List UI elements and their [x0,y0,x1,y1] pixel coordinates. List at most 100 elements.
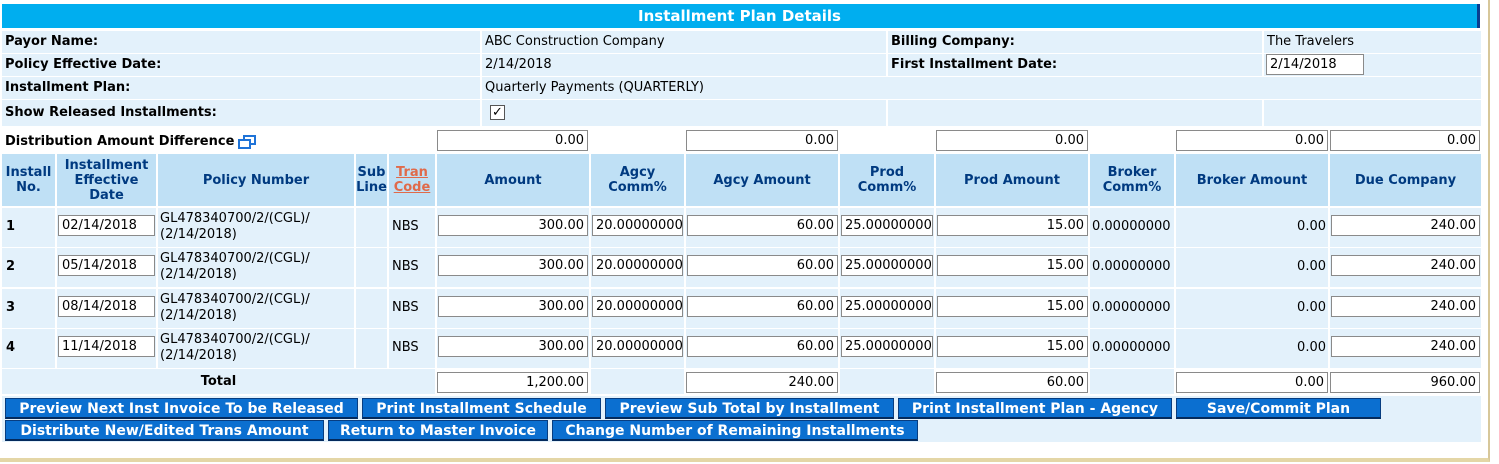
prod-amount-input[interactable]: 15.00 [937,255,1088,276]
prod-comm-input[interactable]: 25.00000000 [841,215,933,236]
amount-input[interactable]: 300.00 [438,336,588,357]
col-header-install-no: Install No. [2,154,55,206]
total-broker-amount-input[interactable]: 0.00 [1176,372,1328,393]
agcy-amount-input[interactable]: 60.00 [687,296,838,317]
prod-comm-input[interactable]: 25.00000000 [841,296,933,317]
installment-date-input[interactable]: 11/14/2018 [58,336,155,357]
col-header-agcy-comm: Agcy Comm% [591,154,684,206]
distribution-due-company-input[interactable]: 0.00 [1330,130,1480,151]
col-header-amount: Amount [437,154,589,206]
policy-number-line1: GL478340700/2/(CGL)/ [160,292,310,307]
agcy-comm-input[interactable]: 20.00000000 [592,215,683,236]
due-company-input[interactable]: 240.00 [1331,336,1480,357]
broker-amount-text: 0.00 [1297,259,1326,274]
tran-code: NBS [392,219,419,234]
total-agcy-amount-input[interactable]: 240.00 [686,372,838,393]
col-header-prod-comm: Prod Comm% [840,154,934,206]
agcy-amount-input[interactable]: 60.00 [687,255,838,276]
install-no: 1 [6,219,16,234]
policy-effective-date-value: 2/14/2018 [482,54,886,76]
payor-name-value: ABC Construction Company [482,31,886,53]
tran-code-sort-link[interactable]: Tran Code [389,165,435,195]
policy-number-line2: (2/14/2018) [160,348,237,363]
row-cell [356,248,387,287]
page-title: Installment Plan Details [2,4,1480,28]
total-due-company-input[interactable]: 960.00 [1330,372,1480,393]
tran-code: NBS [392,300,419,315]
installment-plan-panel: Installment Plan Details Payor Name: ABC… [0,0,1490,462]
col-header-agcy-amount: Agcy Amount [686,154,838,206]
installment-date-input[interactable]: 02/14/2018 [58,215,155,236]
total-prod-amount-input[interactable]: 60.00 [936,372,1088,393]
due-company-input[interactable]: 240.00 [1331,296,1480,317]
amount-input[interactable]: 300.00 [438,255,588,276]
installment-plan-label: Installment Plan: [2,77,480,99]
due-company-input[interactable]: 240.00 [1331,215,1480,236]
total-amount-input[interactable]: 1,200.00 [437,372,588,393]
preview-next-invoice-button[interactable]: Preview Next Inst Invoice To be Released [5,398,358,419]
policy-effective-date-label: Policy Effective Date: [2,54,480,76]
prod-amount-input[interactable]: 15.00 [937,296,1088,317]
window-restore-icon[interactable] [238,134,257,149]
install-no: 3 [6,300,16,315]
broker-amount-text: 0.00 [1297,300,1326,315]
prod-comm-input[interactable]: 25.00000000 [841,336,933,357]
first-installment-date-input[interactable]: 2/14/2018 [1266,54,1364,75]
change-remaining-installments-button[interactable]: Change Number of Remaining Installments [552,420,918,441]
preview-subtotal-button[interactable]: Preview Sub Total by Installment [605,398,894,419]
print-installment-schedule-button[interactable]: Print Installment Schedule [362,398,601,419]
policy-number-line2: (2/14/2018) [160,308,237,323]
show-released-checkbox[interactable]: ✓ [490,105,505,120]
agcy-comm-input[interactable]: 20.00000000 [592,255,683,276]
policy-number-line2: (2/14/2018) [160,227,237,242]
col-header-broker-comm: Broker Comm% [1090,154,1174,206]
broker-amount-text: 0.00 [1297,219,1326,234]
agcy-comm-input[interactable]: 20.00000000 [592,336,683,357]
row-cell [356,289,387,328]
amount-input[interactable]: 300.00 [438,296,588,317]
col-header-policy-number: Policy Number [158,154,354,206]
print-plan-agency-button[interactable]: Print Installment Plan - Agency [898,398,1172,419]
col-header-tran-code: Tran Code [389,154,435,206]
broker-comm-text: 0.00000000 [1092,300,1171,315]
distribution-amount-input[interactable]: 0.00 [437,130,588,151]
distribution-label-wrap: Distribution Amount Difference [5,134,257,150]
distribution-agcy-amount-input[interactable]: 0.00 [686,130,838,151]
col-header-prod-amount: Prod Amount [936,154,1088,206]
distribution-prod-amount-input[interactable]: 0.00 [936,130,1088,151]
agcy-amount-input[interactable]: 60.00 [687,336,838,357]
prod-comm-input[interactable]: 25.00000000 [841,255,933,276]
installment-plan-value: Quarterly Payments (QUARTERLY) [482,77,1481,99]
distribution-broker-amount-input[interactable]: 0.00 [1176,130,1328,151]
agcy-amount-input[interactable]: 60.00 [687,215,838,236]
empty-cell [888,100,1262,126]
col-header-due-company: Due Company [1330,154,1481,206]
policy-number-text: GL478340700/2/(CGL)/(2/14/2018) [160,332,310,364]
show-released-label: Show Released Installments: [2,100,480,126]
installment-date-input[interactable]: 08/14/2018 [58,296,155,317]
totals-label-cell: Total [2,369,435,394]
policy-number-line2: (2/14/2018) [160,267,237,282]
policy-number-line1: GL478340700/2/(CGL)/ [160,251,310,266]
billing-company-value: The Travelers [1264,31,1481,53]
policy-number-text: GL478340700/2/(CGL)/(2/14/2018) [160,211,310,243]
policy-number-text: GL478340700/2/(CGL)/(2/14/2018) [160,251,310,283]
due-company-input[interactable]: 240.00 [1331,255,1480,276]
distribute-trans-amount-button[interactable]: Distribute New/Edited Trans Amount [5,420,324,441]
save-commit-plan-button[interactable]: Save/Commit Plan [1176,398,1381,419]
amount-input[interactable]: 300.00 [438,215,588,236]
broker-comm-text: 0.00000000 [1092,340,1171,355]
first-installment-date-label: First Installment Date: [888,54,1262,76]
prod-amount-input[interactable]: 15.00 [937,336,1088,357]
prod-amount-input[interactable]: 15.00 [937,215,1088,236]
install-no: 4 [6,340,16,355]
policy-number-line1: GL478340700/2/(CGL)/ [160,332,310,347]
empty-cell [840,369,934,394]
payor-name-label: Payor Name: [2,31,480,53]
agcy-comm-input[interactable]: 20.00000000 [592,296,683,317]
col-header-broker-amount: Broker Amount [1176,154,1328,206]
return-to-master-invoice-button[interactable]: Return to Master Invoice [328,420,548,441]
row-cell [356,208,387,247]
empty-cell [1090,369,1174,394]
installment-date-input[interactable]: 05/14/2018 [58,255,155,276]
